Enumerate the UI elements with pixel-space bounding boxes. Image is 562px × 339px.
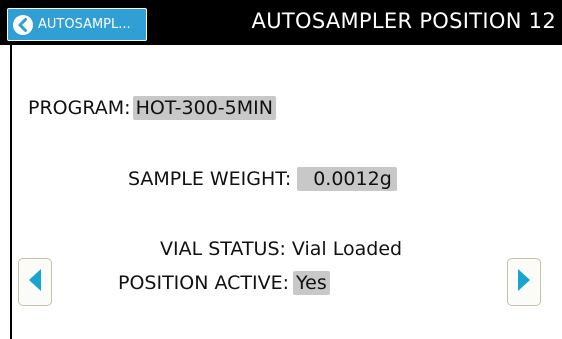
- chevron-left-circle-icon: [12, 14, 34, 36]
- vial-status-row: VIAL STATUS: Vial Loaded: [160, 237, 404, 261]
- page-title: AUTOSAMPLER POSITION 12: [251, 9, 556, 33]
- position-active-value[interactable]: Yes: [293, 271, 330, 295]
- next-position-button[interactable]: [507, 258, 541, 306]
- sample-weight-value[interactable]: 0.0012g: [297, 167, 397, 191]
- program-row: PROGRAM: HOT-300-5MIN: [28, 96, 276, 120]
- position-active-label: POSITION ACTIVE:: [118, 272, 290, 294]
- back-button-label: AUTOSAMPL...: [38, 17, 131, 32]
- sample-weight-row: SAMPLE WEIGHT: 0.0012g: [128, 167, 397, 191]
- sample-weight-label: SAMPLE WEIGHT:: [128, 168, 292, 190]
- previous-position-button[interactable]: [18, 258, 52, 306]
- left-divider: [10, 45, 12, 339]
- header-bar: AUTOSAMPL... AUTOSAMPLER POSITION 12: [0, 0, 562, 45]
- program-value[interactable]: HOT-300-5MIN: [132, 96, 276, 120]
- position-active-row: POSITION ACTIVE: Yes: [118, 271, 330, 295]
- vial-status-label: VIAL STATUS:: [160, 238, 286, 260]
- triangle-left-icon: [26, 266, 44, 298]
- vial-status-value: Vial Loaded: [291, 238, 403, 260]
- program-label: PROGRAM:: [28, 97, 131, 119]
- triangle-right-icon: [515, 266, 533, 298]
- back-button[interactable]: AUTOSAMPL...: [7, 8, 147, 41]
